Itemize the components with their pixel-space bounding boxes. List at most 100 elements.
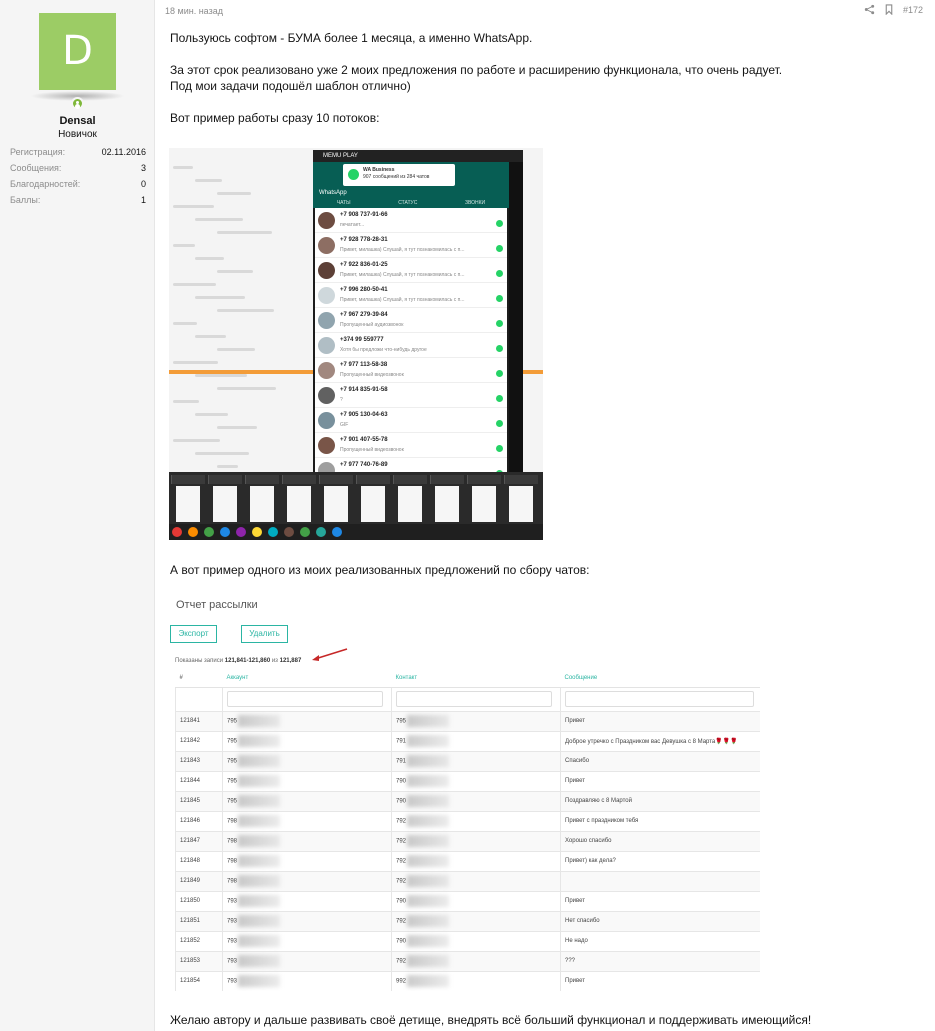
chat-list-item[interactable]: +7 996 280-50-41 Привет, милашка) Слушай,… xyxy=(315,283,507,308)
account-prefix: 798 xyxy=(227,818,238,825)
chat-snippet: Пропущенный видеозвонок xyxy=(340,447,404,453)
row-message: Привет) как дела? xyxy=(560,850,760,872)
window-thumbnail[interactable] xyxy=(361,486,385,522)
window-thumbnail[interactable] xyxy=(398,486,422,522)
summary-prefix: Показаны записи xyxy=(175,658,224,664)
window-tab[interactable] xyxy=(430,475,464,484)
table-row[interactable]: 121843 795 791 Спасибо xyxy=(175,750,760,772)
tab-calls[interactable]: ЗВОНКИ xyxy=(465,200,485,206)
window-thumbnail[interactable] xyxy=(435,486,459,522)
window-tab[interactable] xyxy=(504,475,538,484)
blurred-number xyxy=(407,775,450,787)
row-account: 793 xyxy=(222,970,392,991)
window-thumbnail[interactable] xyxy=(509,486,533,522)
dock-app-icon[interactable] xyxy=(172,527,182,537)
column-header-account[interactable]: Аккаунт xyxy=(222,669,392,688)
table-row[interactable]: 121841 795 795 Привет xyxy=(175,710,760,732)
message-filter-input[interactable] xyxy=(565,691,755,707)
table-row[interactable]: 121846 798 792 Привет с праздником тебя xyxy=(175,810,760,832)
window-tab[interactable] xyxy=(319,475,353,484)
window-thumbnail[interactable] xyxy=(213,486,237,522)
table-row[interactable]: 121852 793 790 Не надо xyxy=(175,930,760,952)
table-row[interactable]: 121844 795 790 Привет xyxy=(175,770,760,792)
table-row[interactable]: 121849 798 792 xyxy=(175,870,760,892)
filter-cell xyxy=(222,686,392,712)
window-thumbnail[interactable] xyxy=(176,486,200,522)
table-row[interactable]: 121854 793 992 Привет xyxy=(175,970,760,991)
blurred-number xyxy=(238,835,281,847)
chat-list-item[interactable]: +7 922 836-01-25 Привет, милашка) Слушай,… xyxy=(315,258,507,283)
table-row[interactable]: 121850 793 790 Привет xyxy=(175,890,760,912)
delete-button[interactable]: Удалить xyxy=(241,625,288,643)
dock-app-icon[interactable] xyxy=(188,527,198,537)
row-id: 121851 xyxy=(175,910,223,932)
contact-avatar xyxy=(318,212,335,229)
window-tab[interactable] xyxy=(171,475,205,484)
dock-app-icon[interactable] xyxy=(316,527,326,537)
dock-app-icon[interactable] xyxy=(300,527,310,537)
window-tab[interactable] xyxy=(208,475,242,484)
chat-name: +7 905 130-04-63 xyxy=(340,412,388,418)
chat-list-item[interactable]: +7 977 740-76-89 xyxy=(315,458,507,472)
table-row[interactable]: 121845 795 790 Поздравляю с 8 Мартой xyxy=(175,790,760,812)
table-row[interactable]: 121847 798 792 Хорошо спасибо xyxy=(175,830,760,852)
window-thumbnail[interactable] xyxy=(287,486,311,522)
avatar[interactable]: D xyxy=(39,13,116,90)
window-tab[interactable] xyxy=(356,475,390,484)
chat-list-item[interactable]: +7 977 113-58-38 Пропущенный видеозвонок xyxy=(315,358,507,383)
row-message: Нет спасибо xyxy=(560,910,760,932)
chat-list-item[interactable]: +7 967 279-39-84 Пропущенный аудиозвонок xyxy=(315,308,507,333)
table-row[interactable]: 121848 798 792 Привет) как дела? xyxy=(175,850,760,872)
window-tab[interactable] xyxy=(282,475,316,484)
table-row[interactable]: 121842 795 791 Доброе утречко с Праздником … xyxy=(175,730,760,752)
blurred-number xyxy=(407,735,450,747)
blurred-number xyxy=(407,795,450,807)
row-account: 793 xyxy=(222,890,392,912)
window-tab[interactable] xyxy=(467,475,501,484)
table-row[interactable]: 121853 793 792??? xyxy=(175,950,760,972)
dock-app-icon[interactable] xyxy=(236,527,246,537)
report-screenshot[interactable]: Отчет рассылки Экспорт Удалить Показаны … xyxy=(169,591,760,991)
contact-filter-input[interactable] xyxy=(396,691,552,707)
row-contact: 792 xyxy=(391,950,561,972)
table-row[interactable]: 121851 793 792 Нет спасибо xyxy=(175,910,760,932)
column-header-message[interactable]: Сообщение xyxy=(560,669,760,688)
chat-list-item[interactable]: +7 908 737-91-66 печатает... xyxy=(315,208,507,233)
dock-app-icon[interactable] xyxy=(220,527,230,537)
dock-app-icon[interactable] xyxy=(268,527,278,537)
unread-badge-icon xyxy=(496,295,503,302)
post-number[interactable]: #172 xyxy=(903,5,923,15)
row-message: Поздравляю с 8 Мартой xyxy=(560,790,760,812)
account-filter-input[interactable] xyxy=(227,691,383,707)
chat-list-item[interactable]: +374 99 559777 Хотя бы предложи что-нибуд… xyxy=(315,333,507,358)
dock-app-icon[interactable] xyxy=(284,527,294,537)
chat-list-item[interactable]: +7 928 778-28-31 Привет, милашка) Слушай,… xyxy=(315,233,507,258)
chat-list-item[interactable]: +7 905 130-04-63 GIF xyxy=(315,408,507,433)
window-thumbnail[interactable] xyxy=(324,486,348,522)
blurred-row xyxy=(195,218,243,221)
emulator-screenshot[interactable]: MEMU PLAY WA Business 907 сообщений из 2… xyxy=(169,148,543,540)
dock-app-icon[interactable] xyxy=(332,527,342,537)
extra-label: Сообщения: xyxy=(10,163,62,173)
dock-app-icon[interactable] xyxy=(204,527,214,537)
blurred-number xyxy=(238,795,281,807)
row-account: 795 xyxy=(222,750,392,772)
window-thumbnail[interactable] xyxy=(472,486,496,522)
window-thumbnail[interactable] xyxy=(250,486,274,522)
tab-chats[interactable]: ЧАТЫ xyxy=(337,200,351,206)
dock-app-icon[interactable] xyxy=(252,527,262,537)
column-header-contact[interactable]: Контакт xyxy=(391,669,561,688)
export-button[interactable]: Экспорт xyxy=(170,625,217,643)
post-timestamp[interactable]: 18 мин. назад xyxy=(165,6,223,16)
tab-status[interactable]: СТАТУС xyxy=(398,200,417,206)
bookmark-icon[interactable] xyxy=(884,4,894,15)
username[interactable]: Densal xyxy=(0,115,155,127)
unread-badge-icon xyxy=(496,320,503,327)
window-tab[interactable] xyxy=(245,475,279,484)
chat-list-item[interactable]: +7 901 407-55-78 Пропущенный видеозвонок xyxy=(315,433,507,458)
share-icon[interactable] xyxy=(864,4,875,15)
dock-bar xyxy=(169,524,543,540)
chat-list-item[interactable]: +7 914 835-91-58? xyxy=(315,383,507,408)
chat-snippet: Пропущенный аудиозвонок xyxy=(340,322,404,328)
window-tab[interactable] xyxy=(393,475,427,484)
